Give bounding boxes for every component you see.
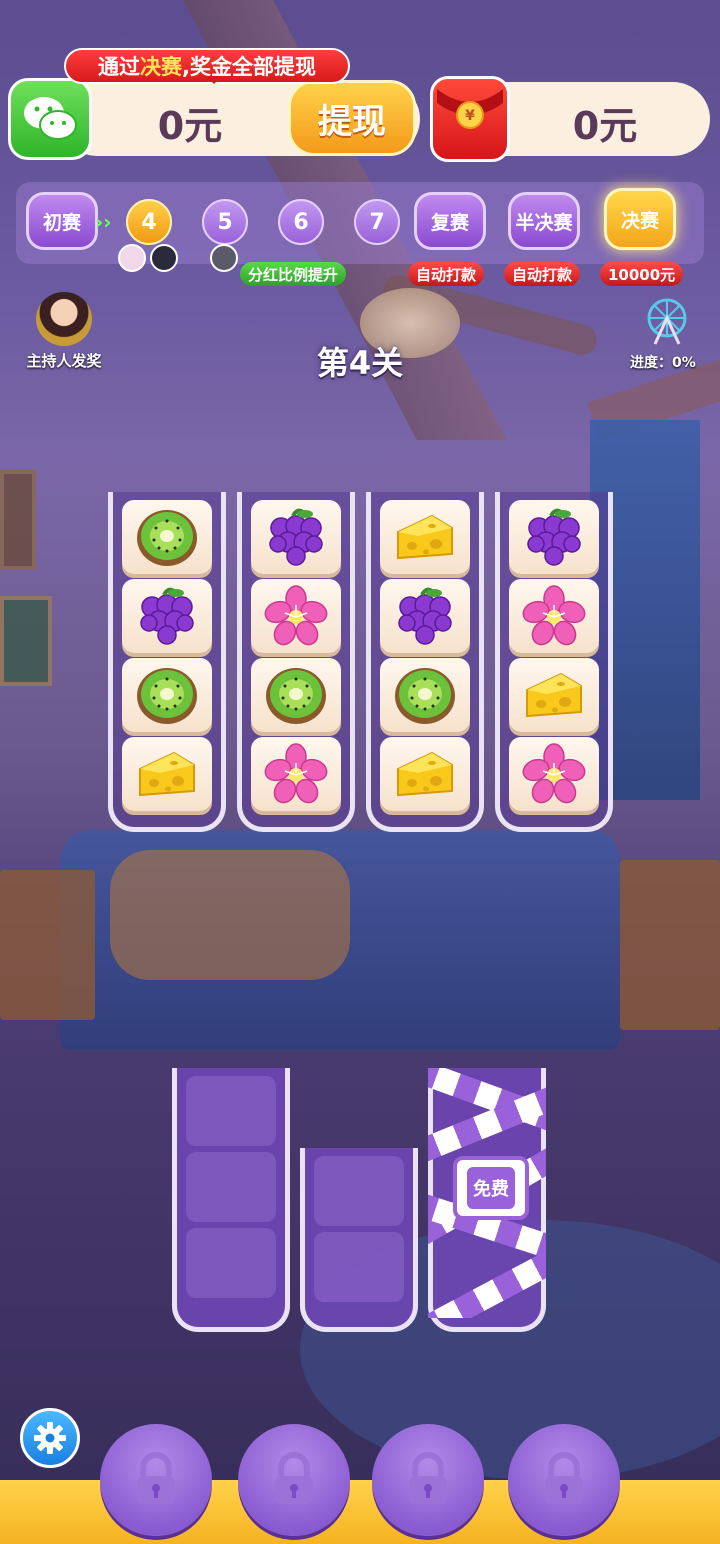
flower-icon: [264, 743, 328, 804]
stage-repechage[interactable]: 复赛: [414, 192, 486, 250]
prize-banner: 通过 决赛 ,奖金全部提现: [64, 48, 350, 84]
lock-icon: [275, 1452, 313, 1504]
withdraw-button[interactable]: 提现: [288, 80, 416, 156]
locked-booster-button[interactable]: [100, 1424, 212, 1536]
free-label: 免费: [467, 1167, 515, 1209]
cheese-icon: [397, 514, 453, 560]
grape-tile[interactable]: [509, 500, 599, 574]
level-title: 第4关: [316, 344, 404, 382]
grape-tile[interactable]: [122, 579, 212, 653]
grape-icon: [140, 587, 194, 645]
locked-booster-button[interactable]: [238, 1424, 350, 1536]
cash-amount: 0元: [157, 104, 223, 148]
empty-tube[interactable]: [172, 1068, 290, 1332]
gear-icon: [34, 1422, 66, 1454]
wechat-icon: [8, 78, 92, 160]
free-unlock-button[interactable]: 免费: [453, 1156, 529, 1220]
flower-icon: [522, 585, 586, 646]
lock-icon: [409, 1452, 447, 1504]
sort-tube[interactable]: [237, 492, 355, 832]
flower-tile[interactable]: [251, 737, 341, 811]
kiwi-icon: [137, 668, 197, 724]
host-label: 主持人发奖: [26, 352, 102, 370]
player-avatar: [150, 244, 178, 272]
stage-level-5[interactable]: 5: [202, 199, 248, 245]
locked-booster-button[interactable]: [372, 1424, 484, 1536]
stage-final[interactable]: 决赛: [604, 188, 676, 250]
chevron-right-icon: ››: [95, 210, 112, 234]
kiwi-tile[interactable]: [122, 500, 212, 574]
flower-tile[interactable]: [251, 579, 341, 653]
auto-pay-tag: 自动打款: [408, 262, 485, 286]
auto-pay-tag: 自动打款: [504, 262, 581, 286]
kiwi-icon: [137, 510, 197, 566]
sort-tube[interactable]: [108, 492, 226, 832]
cheese-tile[interactable]: [380, 737, 470, 811]
host-avatar[interactable]: [36, 292, 92, 346]
red-envelope-icon[interactable]: ¥: [430, 76, 510, 162]
flower-tile[interactable]: [509, 737, 599, 811]
settings-button[interactable]: [20, 1408, 80, 1468]
banner-prefix: 通过: [98, 55, 140, 79]
cheese-tile[interactable]: [509, 658, 599, 732]
lock-icon: [545, 1452, 583, 1504]
svg-text:¥: ¥: [465, 108, 475, 124]
lock-icon: [137, 1452, 175, 1504]
stage-preliminary[interactable]: 初赛: [26, 192, 98, 250]
grape-icon: [398, 587, 452, 645]
redpack-amount: 0元: [572, 104, 638, 148]
flower-icon: [522, 743, 586, 804]
cheese-icon: [526, 672, 582, 718]
final-prize-tag: 10000元: [600, 262, 684, 286]
kiwi-tile[interactable]: [122, 658, 212, 732]
locked-tube[interactable]: 免费: [428, 1068, 546, 1332]
player-avatar: [118, 244, 146, 272]
grape-icon: [269, 508, 323, 566]
stage-level-4[interactable]: 4: [126, 199, 172, 245]
banner-highlight: 决赛: [140, 55, 182, 79]
grape-tile[interactable]: [380, 579, 470, 653]
kiwi-tile[interactable]: [251, 658, 341, 732]
empty-tube[interactable]: [300, 1148, 418, 1332]
cheese-icon: [397, 751, 453, 797]
flower-tile[interactable]: [509, 579, 599, 653]
cheese-tile[interactable]: [380, 500, 470, 574]
grape-icon: [527, 508, 581, 566]
grape-tile[interactable]: [251, 500, 341, 574]
kiwi-icon: [395, 668, 455, 724]
progress-label: 进度：0%: [630, 355, 696, 371]
stage-semifinal[interactable]: 半决赛: [508, 192, 580, 250]
sort-tube[interactable]: [366, 492, 484, 832]
locked-booster-button[interactable]: [508, 1424, 620, 1536]
stage-level-6[interactable]: 6: [278, 199, 324, 245]
flower-icon: [264, 585, 328, 646]
kiwi-icon: [266, 668, 326, 724]
dividend-tag: 分红比例提升: [240, 262, 347, 286]
player-avatar: [210, 244, 238, 272]
cheese-icon: [139, 751, 195, 797]
sort-tube[interactable]: [495, 492, 613, 832]
cheese-tile[interactable]: [122, 737, 212, 811]
ferris-wheel-icon[interactable]: [640, 296, 694, 346]
kiwi-tile[interactable]: [380, 658, 470, 732]
banner-suffix: ,奖金全部提现: [182, 55, 316, 79]
stage-level-7[interactable]: 7: [354, 199, 400, 245]
